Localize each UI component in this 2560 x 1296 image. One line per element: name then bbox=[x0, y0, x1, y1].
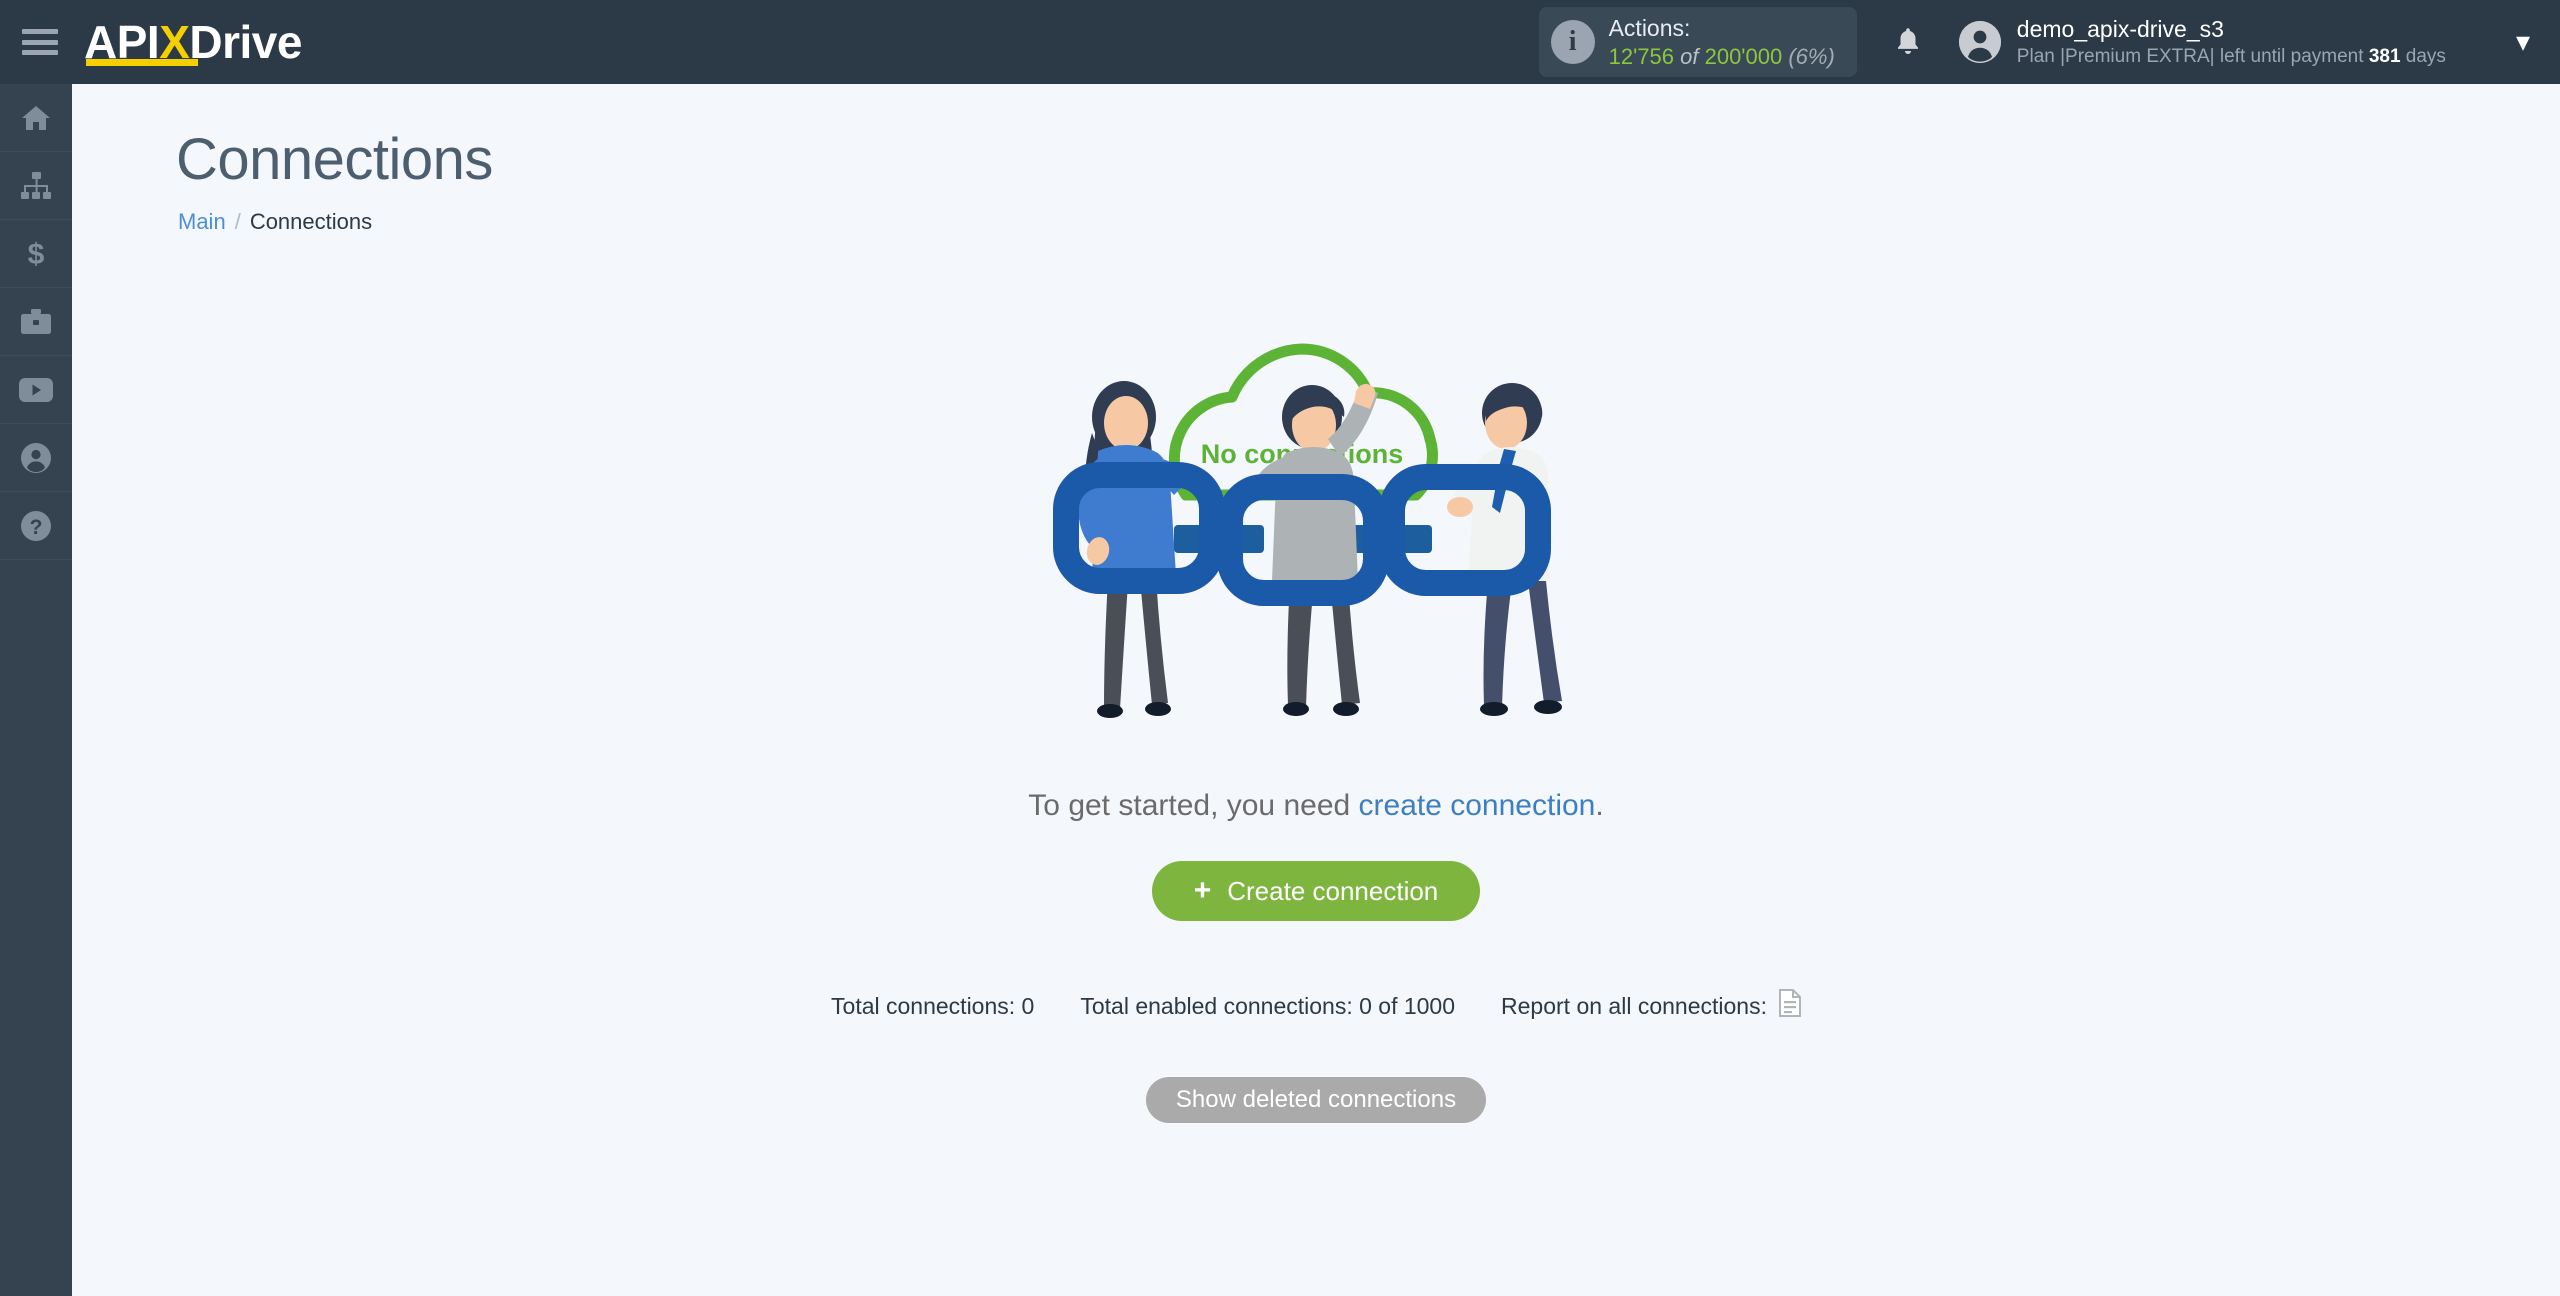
illustration-svg: No connections bbox=[1053, 343, 1562, 718]
header-right-group: i Actions: 12'756 of 200'000 (6%) demo_a… bbox=[1538, 0, 2560, 84]
notification-bell-icon[interactable] bbox=[1893, 25, 1923, 59]
document-glyph bbox=[1778, 989, 1801, 1017]
sidebar-item-business[interactable] bbox=[0, 288, 72, 356]
user-plan-info: Plan |Premium EXTRA| left until payment … bbox=[2017, 45, 2446, 70]
actions-quota-badge[interactable]: i Actions: 12'756 of 200'000 (6%) bbox=[1538, 6, 1857, 78]
logo-underline bbox=[86, 59, 198, 66]
svg-text:?: ? bbox=[30, 516, 43, 539]
actions-percent: (6%) bbox=[1788, 43, 1835, 69]
user-account-menu[interactable]: demo_apix-drive_s3 Plan |Premium EXTRA| … bbox=[1958, 15, 2446, 70]
top-header: APIXDrive i Actions: 12'756 of 200'000 (… bbox=[0, 0, 2560, 84]
show-deleted-connections-button[interactable]: Show deleted connections bbox=[1145, 1077, 1487, 1123]
actions-quota-text: Actions: 12'756 of 200'000 (6%) bbox=[1609, 14, 1835, 70]
logo-drive: Drive bbox=[189, 16, 302, 68]
get-started-message: To get started, you need create connecti… bbox=[1028, 789, 1603, 823]
briefcase-icon bbox=[21, 308, 51, 334]
hamburger-bar bbox=[22, 39, 58, 45]
message-prefix: To get started, you need bbox=[1028, 789, 1359, 822]
youtube-icon bbox=[19, 377, 53, 402]
actions-total: 200'000 bbox=[1704, 43, 1783, 69]
breadcrumb-current: Connections bbox=[249, 209, 373, 234]
sidebar-item-connections[interactable] bbox=[0, 152, 72, 220]
sidebar-item-account[interactable] bbox=[0, 424, 72, 492]
actions-counts: 12'756 of 200'000 (6%) bbox=[1609, 43, 1835, 71]
user-name: demo_apix-drive_s3 bbox=[2016, 15, 2224, 42]
apix-drive-logo[interactable]: APIXDrive bbox=[84, 12, 302, 72]
home-icon bbox=[22, 105, 50, 130]
question-circle-icon: ? bbox=[21, 510, 51, 541]
breadcrumb: Main / Connections bbox=[178, 209, 2560, 235]
sidebar-item-home[interactable] bbox=[0, 84, 72, 152]
bell-glyph bbox=[1897, 28, 1918, 54]
total-connections-stat: Total connections: 0 bbox=[831, 992, 1035, 1019]
chevron-down-icon[interactable]: ▾ bbox=[2516, 28, 2530, 56]
plan-days: 381 bbox=[2368, 45, 2401, 67]
svg-text:$: $ bbox=[28, 238, 45, 270]
report-on-all-connections: Report on all connections: bbox=[1501, 989, 1801, 1023]
create-connection-button-label: Create connection bbox=[1227, 875, 1439, 906]
hamburger-bar bbox=[22, 50, 58, 55]
breadcrumb-separator: / bbox=[234, 209, 241, 234]
no-connections-illustration: No connections bbox=[1036, 295, 1596, 755]
left-sidebar: $ ? bbox=[0, 84, 72, 1296]
sitemap-icon bbox=[21, 171, 51, 199]
plan-prefix: Plan |Premium EXTRA| left until payment bbox=[2016, 45, 2369, 67]
sidebar-item-video[interactable] bbox=[0, 356, 72, 424]
user-avatar-icon bbox=[1958, 20, 2001, 63]
main-content: Connections Main / Connections No connecti… bbox=[72, 84, 2560, 1296]
total-enabled-connections-stat: Total enabled connections: 0 of 1000 bbox=[1080, 992, 1456, 1019]
user-circle-icon bbox=[21, 442, 51, 473]
sidebar-item-help[interactable]: ? bbox=[0, 492, 72, 560]
connection-stats-row: Total connections: 0 Total enabled conne… bbox=[831, 989, 1801, 1023]
create-connection-button[interactable]: + Create connection bbox=[1151, 861, 1481, 921]
plus-icon: + bbox=[1193, 874, 1212, 907]
report-label: Report on all connections: bbox=[1501, 992, 1767, 1019]
plan-suffix: days bbox=[2400, 45, 2446, 67]
breadcrumb-main-link[interactable]: Main bbox=[178, 209, 226, 234]
page-title: Connections bbox=[176, 127, 493, 192]
message-suffix: . bbox=[1595, 789, 1604, 822]
actions-label: Actions: bbox=[1608, 14, 1691, 41]
avatar-glyph bbox=[1958, 20, 2001, 63]
create-connection-link[interactable]: create connection bbox=[1359, 789, 1596, 822]
hamburger-menu-icon[interactable] bbox=[22, 29, 58, 55]
hamburger-bar bbox=[22, 29, 58, 34]
actions-of: of bbox=[1680, 43, 1699, 69]
sidebar-item-billing[interactable]: $ bbox=[0, 220, 72, 288]
info-icon: i bbox=[1550, 20, 1595, 64]
dollar-icon: $ bbox=[28, 238, 45, 270]
document-icon[interactable] bbox=[1778, 989, 1801, 1023]
empty-state-panel: No connections bbox=[72, 295, 2560, 1123]
actions-used: 12'756 bbox=[1608, 43, 1674, 69]
user-text-block: demo_apix-drive_s3 Plan |Premium EXTRA| … bbox=[2017, 15, 2446, 70]
